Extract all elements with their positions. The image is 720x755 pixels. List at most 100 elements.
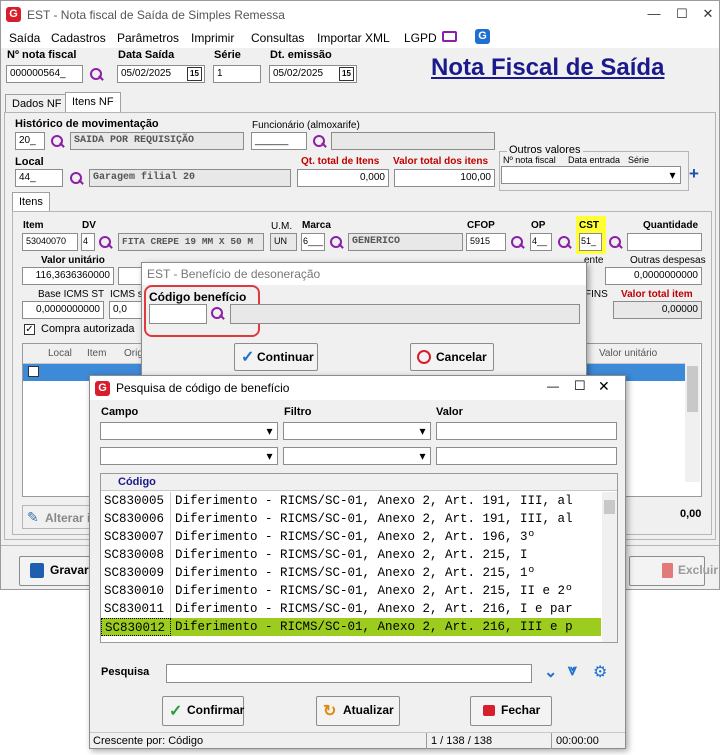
g-blue-icon[interactable]: G (475, 29, 490, 44)
op-search-icon[interactable] (557, 235, 572, 250)
serie-input[interactable]: 1 (213, 65, 261, 83)
continuar-button[interactable]: ✓ Continuar (234, 343, 318, 371)
cst-search-icon[interactable] (608, 235, 623, 250)
col-local[interactable]: Local (48, 348, 72, 359)
item-input[interactable]: 53040070 (22, 233, 78, 251)
pesquisa-label: Pesquisa (101, 666, 150, 678)
funcionario-search-icon[interactable] (312, 134, 327, 149)
row-checkbox[interactable] (28, 366, 39, 377)
menu-importar-xml[interactable]: Importar XML (317, 31, 390, 45)
tab-itens[interactable]: Itens (12, 192, 50, 213)
table-row-selected[interactable]: SC830012 Diferimento - RICMS/SC-01, Anexo… (101, 618, 601, 636)
local-desc: Garagem filial 20 (89, 169, 291, 187)
maximize-icon[interactable]: ☐ (669, 5, 695, 23)
menu-parametros[interactable]: Parâmetros (117, 31, 179, 45)
excluir-button[interactable]: Excluir (629, 556, 718, 586)
beneficio-dialog: EST - Benefício de desoneração Código be… (141, 262, 587, 378)
pesquisa-input[interactable] (166, 664, 532, 683)
menu-cadastros[interactable]: Cadastros (51, 31, 106, 45)
cfop-input[interactable]: 5915 (466, 233, 506, 251)
menu-imprimir[interactable]: Imprimir (191, 31, 234, 45)
table-row[interactable]: SC830010 Diferimento - RICMS/SC-01, Anexo… (101, 582, 601, 600)
historico-code[interactable]: 20_ (15, 132, 45, 150)
local-search-icon[interactable] (69, 171, 84, 186)
table-row[interactable]: SC830005 Diferimento - RICMS/SC-01, Anexo… (101, 492, 601, 510)
nota-input[interactable]: 000000564_ (6, 65, 83, 83)
valor-unit-input[interactable]: 116,3636360000 (22, 267, 114, 285)
monitor-icon[interactable] (442, 31, 457, 42)
quantidade-input[interactable] (627, 233, 702, 251)
campo-select-2[interactable] (100, 447, 278, 465)
beneficio-desc (230, 304, 580, 324)
close-icon[interactable]: ✕ (695, 5, 720, 23)
table-row[interactable]: SC830008 Diferimento - RICMS/SC-01, Anexo… (101, 546, 601, 564)
cancelar-button[interactable]: Cancelar (410, 343, 494, 371)
confirmar-label: Confirmar (187, 703, 245, 717)
confirmar-button[interactable]: ✓ Confirmar (162, 696, 244, 726)
tab-itens-nf[interactable]: Itens NF (65, 92, 121, 113)
cst-input[interactable]: 51_ (579, 233, 602, 251)
window-title: EST - Nota fiscal de Saída de Simples Re… (27, 8, 285, 22)
chevron-double-down-icon[interactable]: ⩔ (568, 662, 577, 680)
fechar-button[interactable]: Fechar (470, 696, 552, 726)
um-label: U.M. (271, 221, 293, 232)
menu-consultas[interactable]: Consultas (251, 31, 304, 45)
historico-label: Histórico de movimentação (15, 118, 159, 130)
atualizar-button[interactable]: ↻ Atualizar (316, 696, 400, 726)
maximize-icon[interactable]: ☐ (574, 378, 586, 394)
minimize-icon[interactable]: — (547, 379, 559, 393)
calendar-icon[interactable]: 15 (339, 67, 354, 81)
valor-input-1[interactable] (436, 422, 617, 440)
table-row[interactable]: SC830006 Diferimento - RICMS/SC-01, Anexo… (101, 510, 601, 528)
add-icon[interactable]: + (689, 164, 699, 184)
grid-scrollbar[interactable] (685, 344, 700, 482)
table-row[interactable]: SC830009 Diferimento - RICMS/SC-01, Anexo… (101, 564, 601, 582)
col-item[interactable]: Item (87, 348, 106, 359)
codigo-beneficio-input[interactable] (149, 304, 207, 324)
compra-autorizada-checkbox[interactable]: ✓ (24, 324, 35, 335)
campo-select-1[interactable] (100, 422, 278, 440)
chevron-down-icon[interactable]: ⌄ (544, 662, 557, 682)
menu-lgpd[interactable]: LGPD (404, 31, 437, 45)
filtro-select-1[interactable] (283, 422, 431, 440)
alterar-button[interactable]: ✎ Alterar i (22, 505, 92, 529)
outros-valores-combo[interactable] (501, 166, 681, 184)
beneficio-search-icon[interactable] (210, 306, 225, 321)
item-search-icon[interactable] (98, 235, 113, 250)
grid-body: SC830005 Diferimento - RICMS/SC-01, Anexo… (101, 492, 601, 642)
page-title: Nota Fiscal de Saída (431, 54, 665, 81)
outras-despesas-input[interactable]: 0,0000000000 (605, 267, 702, 285)
fechar-label: Fechar (501, 703, 541, 717)
scroll-thumb[interactable] (687, 366, 698, 412)
calendar-icon[interactable]: 15 (187, 67, 202, 81)
menu-saida[interactable]: Saída (9, 31, 40, 45)
filtro-select-2[interactable] (283, 447, 431, 465)
dv-input[interactable]: 4 (81, 233, 95, 251)
icms-st-input[interactable]: 0,0 (109, 301, 143, 319)
gravar-button[interactable]: Gravar (19, 556, 95, 586)
beneficio-grid[interactable]: Código SC830005 Diferimento - RICMS/SC-01… (100, 473, 618, 643)
base-icms-st-input[interactable]: 0,0000000000 (22, 301, 104, 319)
marca-code[interactable]: 6___ (301, 233, 325, 251)
cfop-search-icon[interactable] (510, 235, 525, 250)
col-valor-unit[interactable]: Valor unitário (599, 348, 657, 359)
funcionario-input[interactable]: ______ (251, 132, 307, 150)
op-input[interactable]: 4__ (530, 233, 552, 251)
close-icon[interactable]: ✕ (598, 378, 610, 395)
table-row[interactable]: SC830011 Diferimento - RICMS/SC-01, Anexo… (101, 600, 601, 618)
tab-dados-nf[interactable]: Dados NF (5, 94, 69, 113)
scroll-thumb[interactable] (604, 500, 615, 514)
col-codigo[interactable]: Código (118, 476, 156, 488)
ov-serie-label: Série (628, 155, 650, 165)
local-code[interactable]: 44_ (15, 169, 63, 187)
nota-search-icon[interactable] (89, 67, 104, 82)
minimize-icon[interactable]: — (641, 5, 667, 23)
status-divider (551, 733, 552, 749)
gear-icon[interactable]: ⚙ (593, 662, 607, 682)
refresh-icon: ↻ (323, 703, 337, 720)
table-row[interactable]: SC830007 Diferimento - RICMS/SC-01, Anexo… (101, 528, 601, 546)
beneficio-scrollbar[interactable] (602, 492, 617, 642)
marca-search-icon[interactable] (329, 235, 344, 250)
valor-input-2[interactable] (436, 447, 617, 465)
historico-search-icon[interactable] (50, 134, 65, 149)
